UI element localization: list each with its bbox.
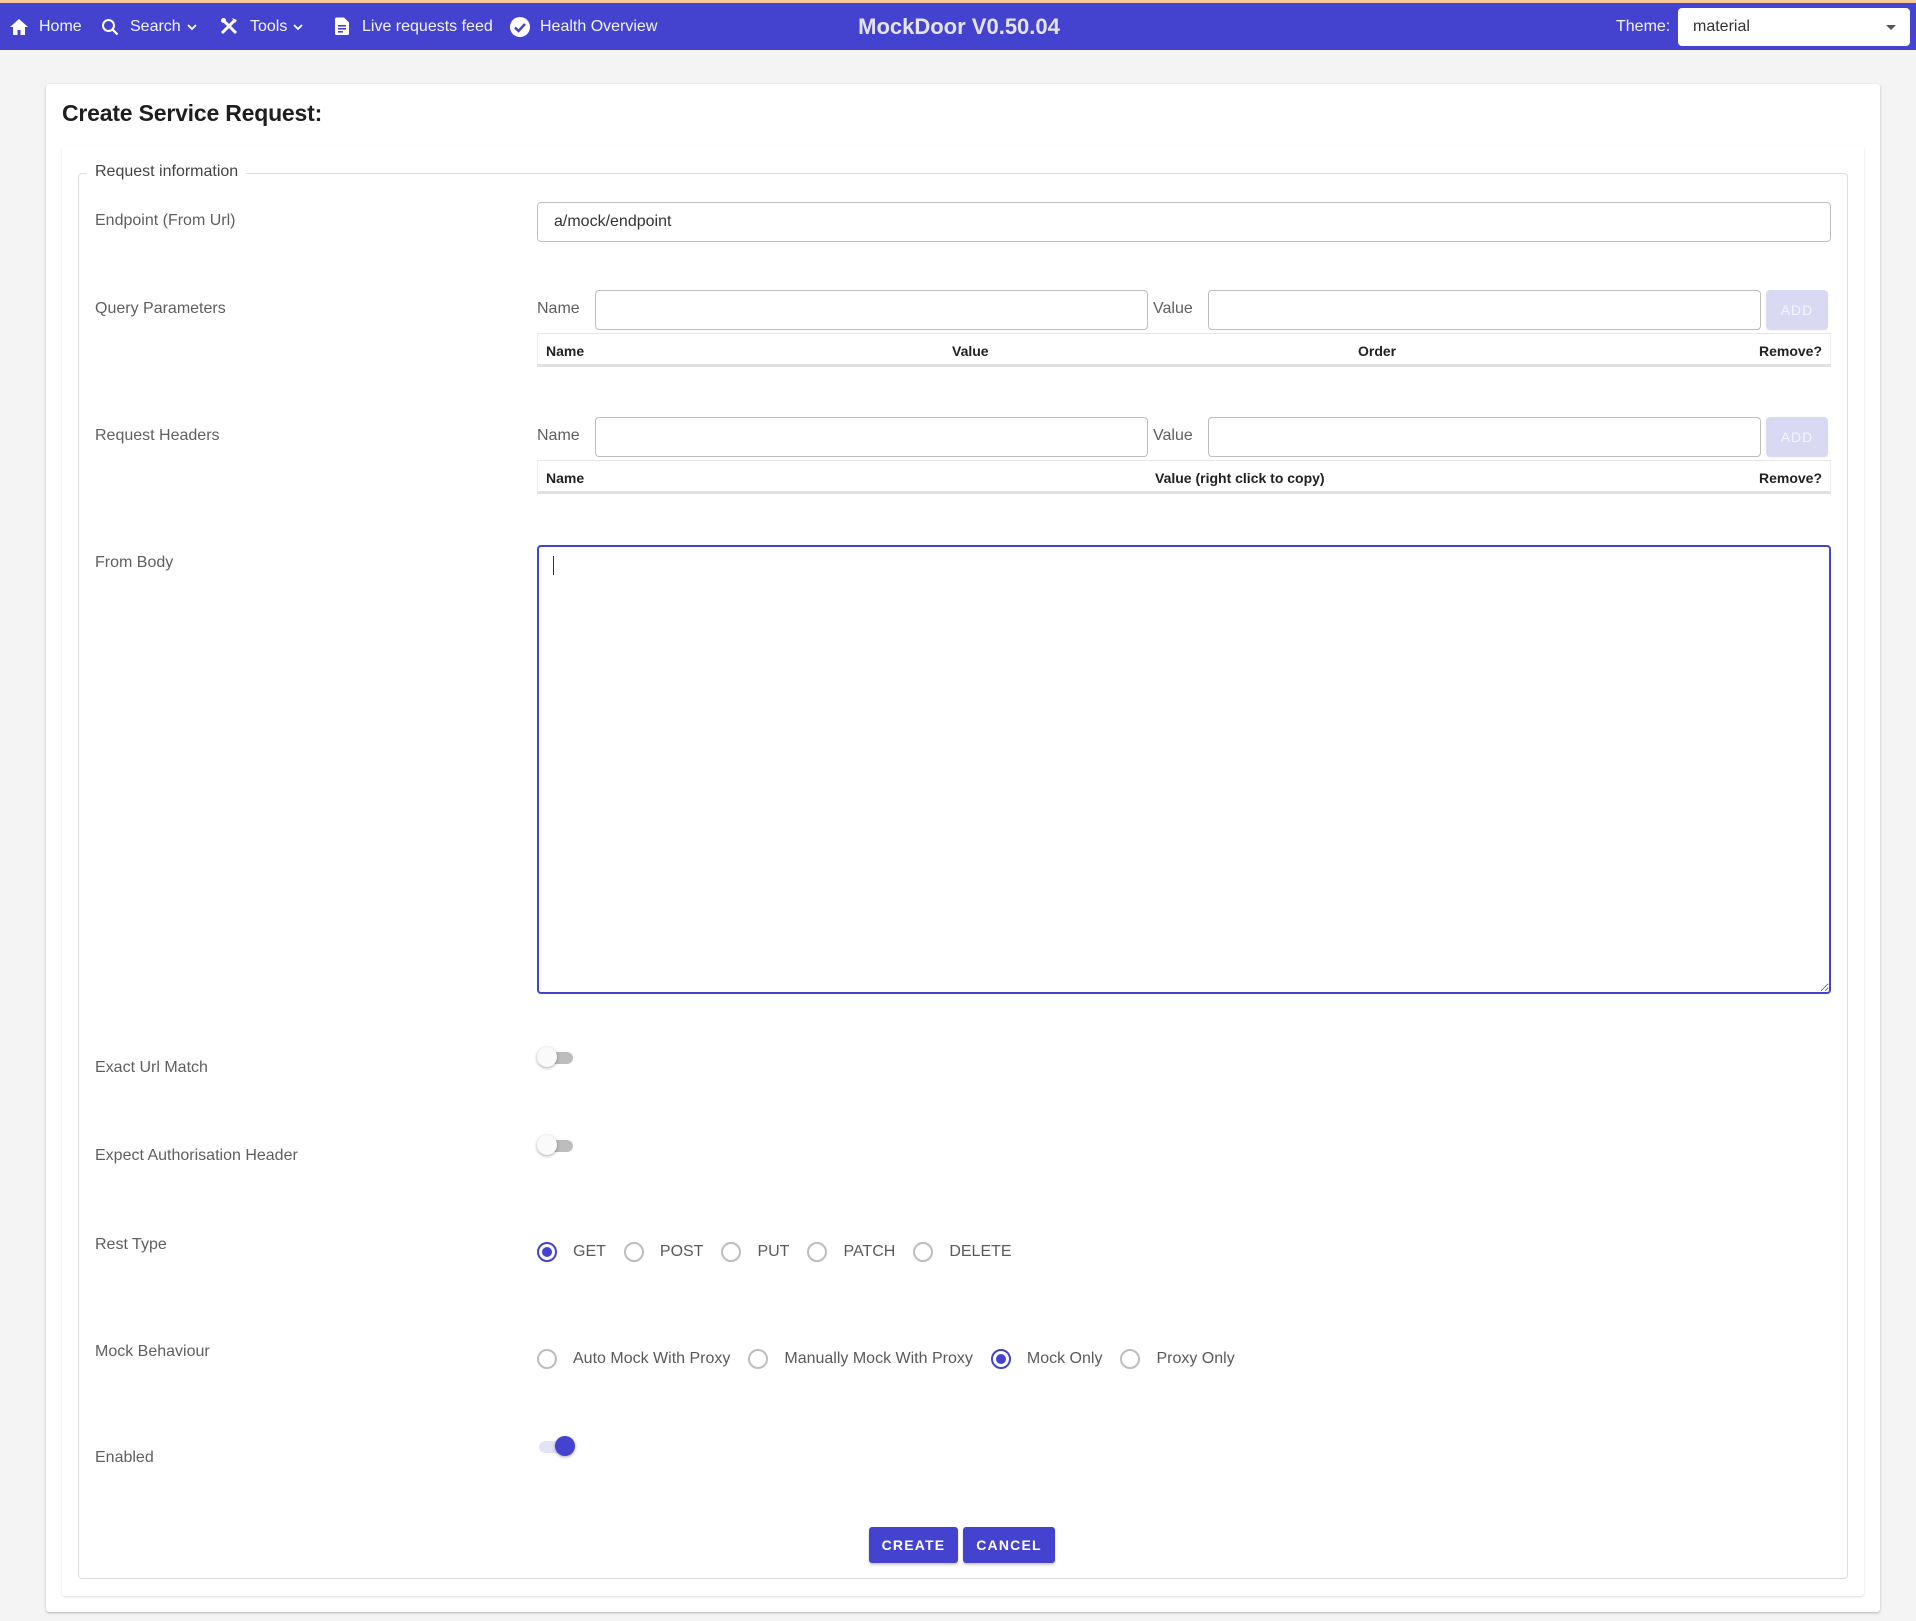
endpoint-label: Endpoint (From Url)	[95, 212, 236, 229]
nav-home[interactable]: Home	[9, 3, 82, 50]
toggle-thumb	[537, 1135, 557, 1155]
nav-live-requests-label: Live requests feed	[362, 17, 493, 35]
header-value-label: Value	[1153, 427, 1193, 444]
toggle-thumb	[555, 1436, 575, 1456]
add-header-button[interactable]: ADD	[1766, 417, 1828, 457]
request-headers-label: Request Headers	[95, 427, 220, 444]
enabled-label: Enabled	[95, 1449, 154, 1466]
rest-type-option-post[interactable]: POST	[623, 1242, 703, 1262]
document-icon	[332, 17, 352, 37]
toggle-thumb	[537, 1047, 557, 1067]
theme-select-value: material	[1693, 18, 1750, 35]
nav-health-overview-label: Health Overview	[540, 17, 658, 35]
expect-auth-header-toggle[interactable]	[537, 1133, 577, 1157]
exact-url-match-label: Exact Url Match	[95, 1059, 208, 1076]
mock-behaviour-option-proxy-only[interactable]: Proxy Only	[1120, 1349, 1235, 1369]
nav-health-overview[interactable]: Health Overview	[510, 3, 657, 50]
rest-type-option-patch[interactable]: PATCH	[807, 1242, 895, 1262]
chevron-down-icon	[186, 21, 198, 33]
query-params-table-header: Name Value Order Remove?	[537, 333, 1831, 367]
radio-unchecked-icon	[748, 1349, 769, 1369]
radio-unchecked-icon	[721, 1242, 742, 1262]
search-icon	[100, 17, 120, 37]
mock-behaviour-option-auto-mock-with-proxy[interactable]: Auto Mock With Proxy	[537, 1349, 730, 1369]
radio-checked-icon	[990, 1349, 1011, 1369]
mock-behaviour-label: Mock Behaviour	[95, 1343, 210, 1360]
column-header-remove: Remove?	[1758, 343, 1822, 359]
nav-search[interactable]: Search	[100, 3, 198, 50]
mock-behaviour-option-manually-mock-with-proxy[interactable]: Manually Mock With Proxy	[748, 1349, 973, 1369]
query-param-name-label: Name	[537, 300, 580, 317]
column-header-remove: Remove?	[1758, 470, 1822, 486]
from-body-textarea[interactable]	[537, 545, 1831, 994]
tools-icon	[220, 17, 240, 37]
header-name-input[interactable]	[595, 417, 1148, 457]
rest-type-radio-group: GET POST PUT PATCH DELETE	[537, 1240, 1030, 1264]
nav-tools-label: Tools	[250, 17, 288, 35]
radio-unchecked-icon	[1120, 1349, 1141, 1369]
column-header-order: Order	[1358, 343, 1397, 359]
nav-search-label: Search	[130, 17, 181, 35]
check-circle-icon	[510, 16, 530, 37]
enabled-toggle[interactable]	[537, 1434, 577, 1458]
radio-unchecked-icon	[623, 1242, 644, 1262]
add-query-param-button[interactable]: ADD	[1766, 290, 1828, 330]
headers-table-header: Name Value (right click to copy) Remove?	[537, 460, 1831, 494]
rest-type-option-put[interactable]: PUT	[721, 1242, 789, 1262]
column-header-value: Value (right click to copy)	[1155, 470, 1325, 486]
app-brand-title[interactable]: MockDoor V0.50.04	[858, 14, 1060, 39]
nav-live-requests-feed[interactable]: Live requests feed	[332, 3, 493, 50]
radio-unchecked-icon	[913, 1242, 934, 1262]
endpoint-input[interactable]	[537, 202, 1831, 242]
header-value-input[interactable]	[1208, 417, 1761, 457]
rest-type-option-delete[interactable]: DELETE	[913, 1242, 1012, 1262]
mock-behaviour-radio-group: Auto Mock With Proxy Manually Mock With …	[537, 1347, 1253, 1371]
cancel-button[interactable]: CANCEL	[963, 1527, 1055, 1563]
home-icon	[9, 17, 29, 37]
theme-label: Theme:	[1616, 18, 1671, 35]
exact-url-match-toggle[interactable]	[537, 1045, 577, 1069]
nav-tools[interactable]: Tools	[220, 3, 304, 50]
theme-select[interactable]: material	[1678, 8, 1910, 46]
query-param-value-label: Value	[1153, 300, 1193, 317]
header-name-label: Name	[537, 427, 580, 444]
rest-type-label: Rest Type	[95, 1236, 167, 1253]
from-body-label: From Body	[95, 554, 174, 571]
radio-checked-icon	[537, 1242, 557, 1262]
create-button[interactable]: CREATE	[869, 1527, 958, 1563]
fieldset-legend: Request information	[87, 163, 247, 181]
text-cursor	[553, 556, 554, 575]
mock-behaviour-option-mock-only[interactable]: Mock Only	[990, 1349, 1102, 1369]
caret-down-icon	[1886, 25, 1896, 30]
nav-home-label: Home	[39, 17, 82, 35]
radio-unchecked-icon	[537, 1349, 557, 1369]
navbar: Home Search Tools Live requests feed Hea…	[0, 3, 1916, 50]
expect-auth-header-label: Expect Authorisation Header	[95, 1147, 298, 1164]
column-header-name: Name	[546, 470, 585, 486]
query-param-name-input[interactable]	[595, 290, 1148, 330]
column-header-value: Value	[952, 343, 989, 359]
page-title: Create Service Request:	[62, 100, 323, 126]
radio-unchecked-icon	[807, 1242, 828, 1262]
query-parameters-label: Query Parameters	[95, 300, 226, 317]
rest-type-option-get[interactable]: GET	[537, 1242, 606, 1262]
column-header-name: Name	[546, 343, 585, 359]
query-param-value-input[interactable]	[1208, 290, 1761, 330]
chevron-down-icon	[292, 21, 304, 33]
